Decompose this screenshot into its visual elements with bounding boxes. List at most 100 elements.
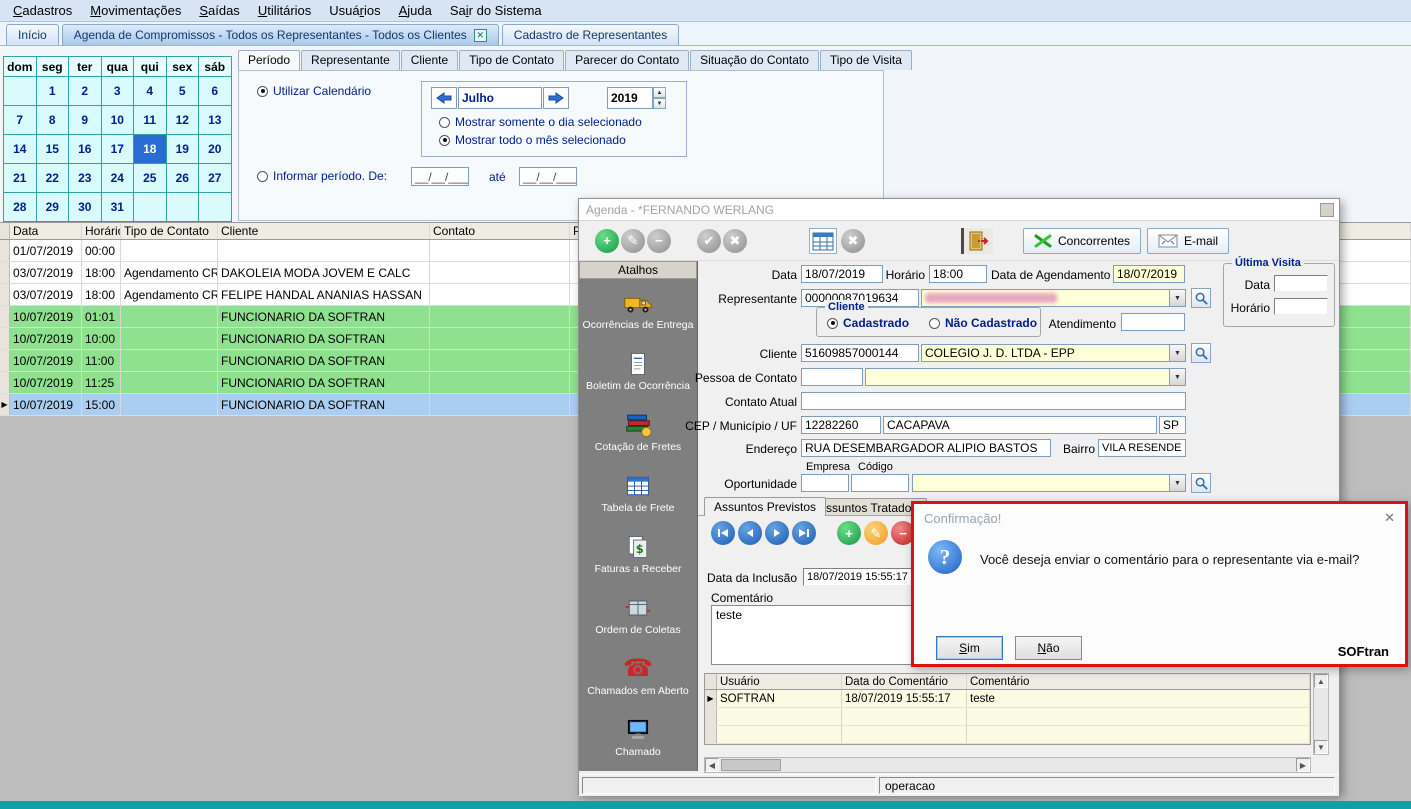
calendar-day-10[interactable]: 10 — [102, 106, 135, 135]
delete-button[interactable]: − — [647, 229, 671, 253]
exit-button[interactable] — [961, 228, 993, 254]
radio-nao-cadastrado[interactable]: Não Cadastrado — [929, 316, 1037, 330]
calendar-day-9[interactable]: 9 — [69, 106, 102, 135]
column-header-3[interactable]: Cliente — [218, 223, 430, 239]
calendar-day-5[interactable]: 5 — [167, 77, 200, 106]
radio-mostrar-mes[interactable]: Mostrar todo o mês selecionado — [439, 133, 626, 147]
calendar-view-button[interactable] — [809, 228, 837, 254]
calendar-day-28[interactable]: 28 — [4, 193, 37, 222]
filter-tab-0[interactable]: Período — [238, 50, 300, 71]
close-icon[interactable]: ✕ — [1384, 510, 1395, 526]
first-record-button[interactable] — [711, 521, 735, 545]
calendar-day-22[interactable]: 22 — [37, 164, 70, 193]
pessoa-contato-code-field[interactable] — [801, 368, 863, 386]
column-header-1[interactable]: Horário — [82, 223, 121, 239]
year-field[interactable]: 2019 — [607, 87, 653, 109]
calendar-day-4[interactable]: 4 — [134, 77, 167, 106]
calendar-day-15[interactable]: 15 — [37, 135, 70, 164]
menu-item-5[interactable]: Ajuda — [390, 3, 441, 18]
menu-item-2[interactable]: Saídas — [190, 3, 248, 18]
calendar-day-23[interactable]: 23 — [69, 164, 102, 193]
calendar-day-12[interactable]: 12 — [167, 106, 200, 135]
sidebar-item-0[interactable]: Ocorrências de Entrega — [579, 279, 697, 340]
bairro-field[interactable]: VILA RESENDE — [1098, 439, 1186, 457]
sidebar-item-6[interactable]: ☎Chamados em Aberto — [579, 645, 697, 706]
calendar-day-30[interactable]: 30 — [69, 193, 102, 222]
shortcuts-header[interactable]: Atalhos — [579, 261, 697, 279]
chevron-down-icon[interactable]: ▼ — [1169, 345, 1185, 361]
calendar-day-31[interactable]: 31 — [102, 193, 135, 222]
radio-cadastrado[interactable]: Cadastrado — [827, 316, 909, 330]
comment-row[interactable]: ▶SOFTRAN18/07/2019 15:55:17teste — [705, 690, 1310, 708]
next-record-button[interactable] — [765, 521, 789, 545]
calendar-day-6[interactable]: 6 — [199, 77, 232, 106]
chevron-down-icon[interactable]: ▼ — [1169, 369, 1185, 385]
oportunidade-search-button[interactable] — [1191, 473, 1211, 493]
radio-mostrar-dia[interactable]: Mostrar somente o dia selecionado — [439, 115, 642, 129]
no-button[interactable]: Não — [1015, 636, 1082, 660]
column-header-2[interactable]: Tipo de Contato — [121, 223, 218, 239]
filter-tab-6[interactable]: Tipo de Visita — [820, 50, 912, 70]
spin-up-icon[interactable]: ▲ — [653, 87, 666, 98]
close-view-button[interactable]: ✖ — [841, 229, 865, 253]
previous-record-button[interactable] — [738, 521, 762, 545]
filter-tab-1[interactable]: Representante — [301, 50, 400, 70]
chevron-down-icon[interactable]: ▼ — [1169, 475, 1185, 491]
comments-column-header-1[interactable]: Data do Comentário — [842, 674, 967, 689]
codigo-field[interactable] — [851, 474, 909, 492]
yes-button[interactable]: Sim — [936, 636, 1003, 660]
calendar-day-26[interactable]: 26 — [167, 164, 200, 193]
menu-item-3[interactable]: Utilitários — [249, 3, 320, 18]
sidebar-item-4[interactable]: $Faturas a Receber — [579, 523, 697, 584]
column-header-4[interactable]: Contato — [430, 223, 570, 239]
tab-0[interactable]: Início — [6, 24, 59, 45]
add-button[interactable]: + — [595, 229, 619, 253]
confirm-button[interactable]: ✔ — [697, 229, 721, 253]
email-button[interactable]: E-mail — [1147, 228, 1229, 254]
sidebar-item-5[interactable]: Ordem de Coletas — [579, 584, 697, 645]
cliente-code-field[interactable]: 51609857000144 — [801, 344, 919, 362]
month-field[interactable]: Julho — [458, 87, 542, 109]
calendar-day-24[interactable]: 24 — [102, 164, 135, 193]
concorrentes-button[interactable]: Concorrentes — [1023, 228, 1141, 254]
calendar-day-18[interactable]: 18 — [134, 135, 167, 164]
period-end-input[interactable]: __/__/____ — [519, 167, 577, 186]
calendar-day-19[interactable]: 19 — [167, 135, 200, 164]
cliente-search-button[interactable] — [1191, 343, 1211, 363]
cep-field[interactable]: 12282260 — [801, 416, 881, 434]
agenda-title-bar[interactable]: Agenda - *FERNANDO WERLANG — [579, 199, 1339, 221]
radio-informar-periodo[interactable]: Informar período. De: — [257, 169, 387, 183]
scroll-left-icon[interactable]: ◀ — [705, 758, 719, 772]
scroll-right-icon[interactable]: ▶ — [1296, 758, 1310, 772]
representante-search-button[interactable] — [1191, 288, 1211, 308]
agendamento-field[interactable]: 18/07/2019 — [1113, 265, 1185, 283]
calendar-day-25[interactable]: 25 — [134, 164, 167, 193]
add-comment-button[interactable]: + — [837, 521, 861, 545]
calendar-day-14[interactable]: 14 — [4, 135, 37, 164]
contato-atual-field[interactable] — [801, 392, 1186, 410]
filter-tab-2[interactable]: Cliente — [401, 50, 458, 70]
calendar-day-29[interactable]: 29 — [37, 193, 70, 222]
chevron-down-icon[interactable]: ▼ — [1169, 290, 1185, 306]
horizontal-scrollbar[interactable]: ◀ ▶ — [704, 757, 1311, 773]
calendar-day-2[interactable]: 2 — [69, 77, 102, 106]
comments-column-header-0[interactable]: Usuário — [717, 674, 842, 689]
calendar-day-13[interactable]: 13 — [199, 106, 232, 135]
calendar-day-16[interactable]: 16 — [69, 135, 102, 164]
last-record-button[interactable] — [792, 521, 816, 545]
scroll-down-icon[interactable]: ▼ — [1314, 740, 1328, 754]
tab-2[interactable]: Cadastro de Representantes — [502, 24, 679, 45]
calendar-day-21[interactable]: 21 — [4, 164, 37, 193]
period-start-input[interactable]: __/__/____ — [411, 167, 469, 186]
filter-tab-4[interactable]: Parecer do Contato — [565, 50, 689, 70]
menu-item-0[interactable]: Cadastros — [4, 3, 81, 18]
data-field[interactable]: 18/07/2019 — [801, 265, 883, 283]
calendar-day-11[interactable]: 11 — [134, 106, 167, 135]
window-button[interactable] — [1320, 203, 1334, 217]
oportunidade-combo[interactable]: ▼ — [912, 474, 1186, 492]
representante-combo[interactable]: ▼ — [921, 289, 1186, 307]
menu-item-1[interactable]: Movimentações — [81, 3, 190, 18]
calendar-day-1[interactable]: 1 — [37, 77, 70, 106]
scroll-thumb[interactable] — [721, 759, 781, 771]
filter-tab-3[interactable]: Tipo de Contato — [459, 50, 564, 70]
